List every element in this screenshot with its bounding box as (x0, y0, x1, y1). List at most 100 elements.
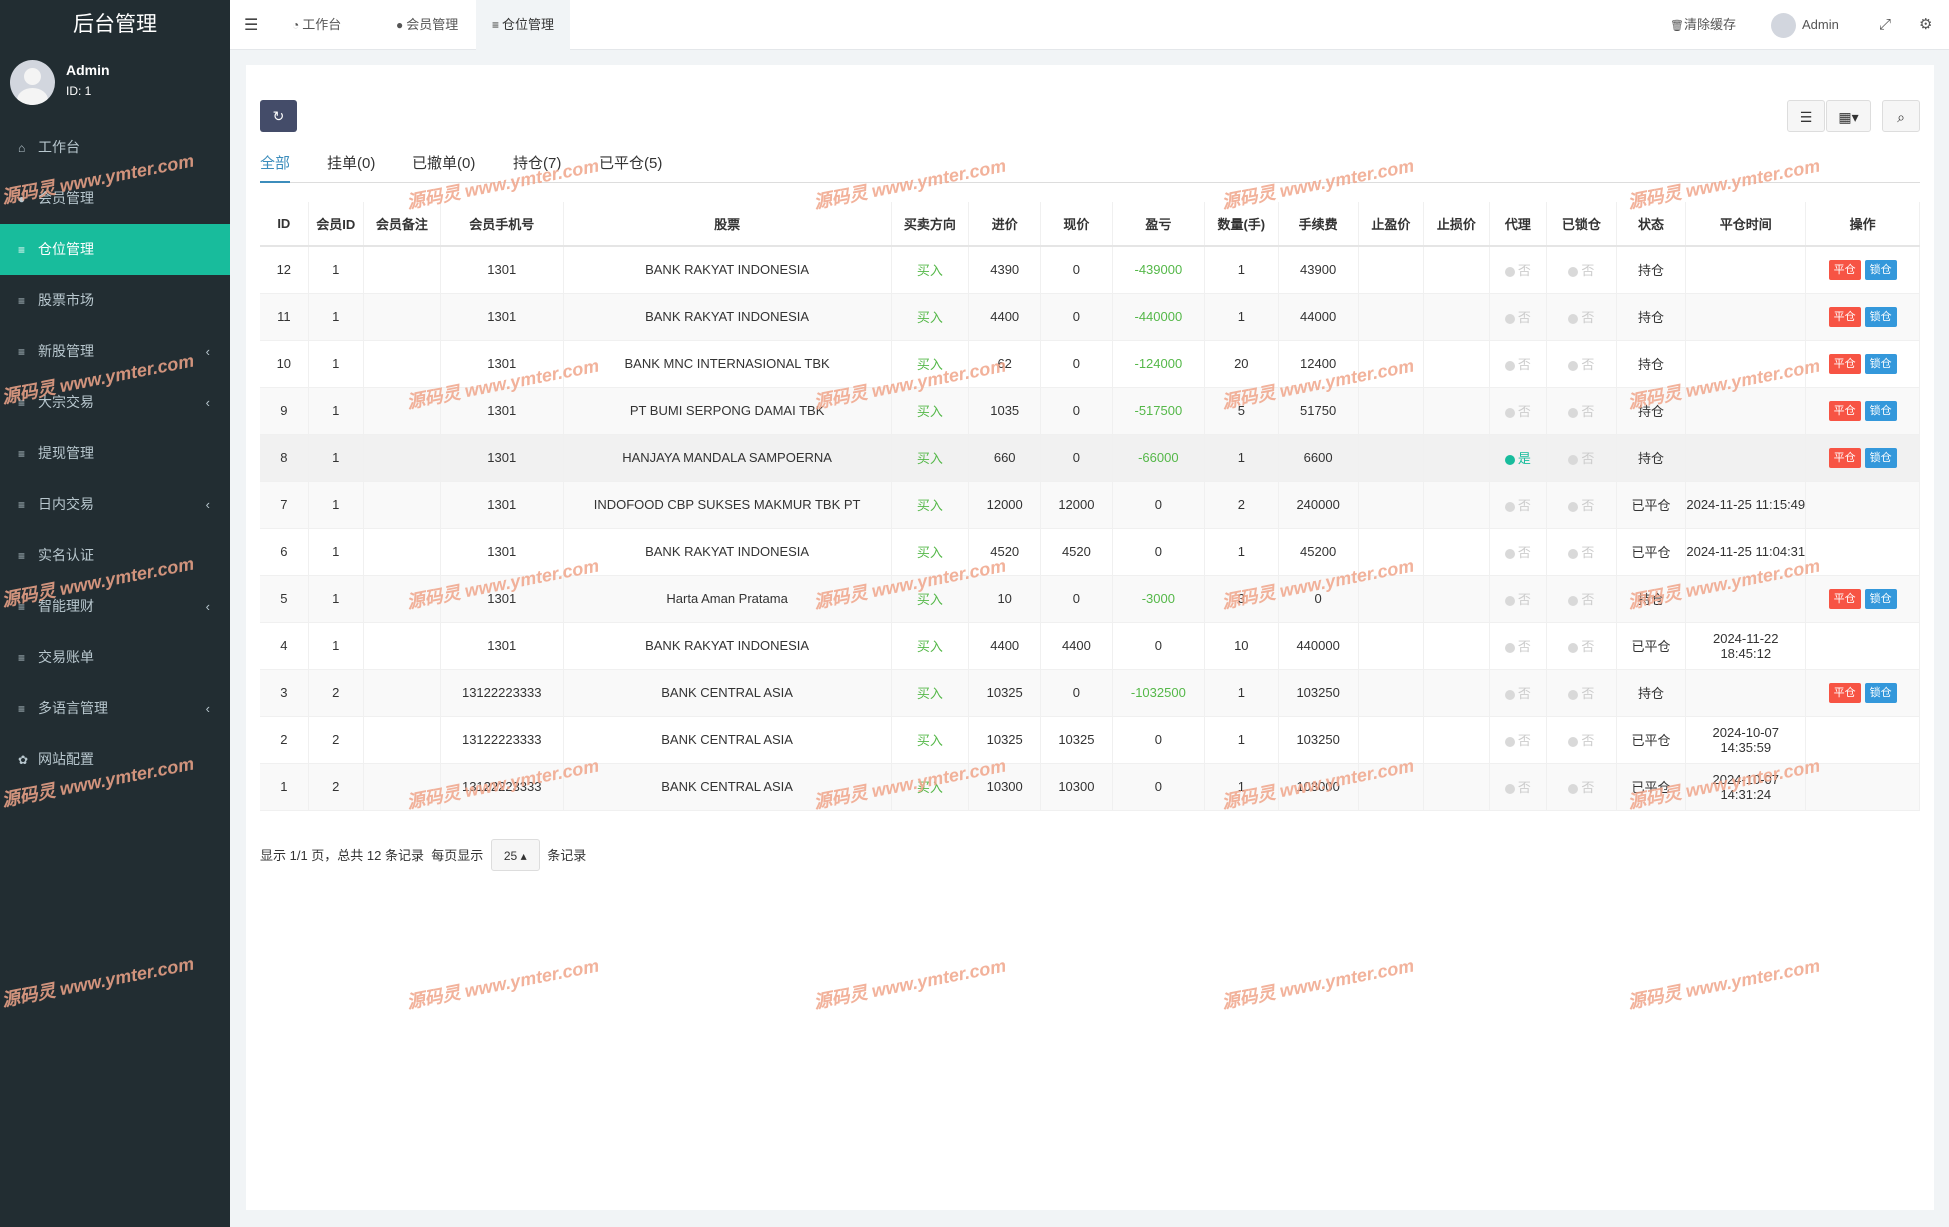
locked-toggle[interactable]: 否 (1546, 669, 1617, 717)
agent-toggle[interactable]: 否 (1489, 340, 1548, 388)
sidebar-item[interactable]: ≡ 多语言管理 ‹ (0, 683, 230, 734)
lock-position-button[interactable]: 锁仓 (1864, 306, 1897, 327)
column-header[interactable]: 股票 (563, 202, 892, 247)
locked-toggle[interactable]: 否 (1546, 622, 1617, 670)
lock-position-button[interactable]: 锁仓 (1864, 259, 1897, 280)
agent-toggle[interactable]: 否 (1489, 246, 1548, 294)
column-header[interactable]: 代理 (1489, 202, 1548, 247)
column-header[interactable]: 买卖方向 (891, 202, 970, 247)
column-header[interactable]: 操作 (1805, 202, 1920, 247)
agent-toggle[interactable]: 否 (1489, 716, 1548, 764)
table-row[interactable]: 7 1 1301 INDOFOOD CBP SUKSES MAKMUR TBK PT 买… (260, 481, 1920, 529)
column-header[interactable]: 数量(手) (1204, 202, 1279, 247)
column-header[interactable]: 已锁仓 (1546, 202, 1617, 247)
nav-tab-dashboard[interactable]: ◔ 工作台 (276, 0, 357, 50)
column-header[interactable]: 止损价 (1423, 202, 1490, 247)
refresh-button[interactable]: ↻ (260, 100, 297, 132)
table-row[interactable]: 4 1 1301 BANK RAKYAT INDONESIA 买入 4400 4400 0 10… (260, 622, 1920, 670)
locked-toggle[interactable]: 否 (1546, 481, 1617, 529)
table-row[interactable]: 6 1 1301 BANK RAKYAT INDONESIA 买入 4520 4520 0 1 4… (260, 528, 1920, 576)
table-row[interactable]: 2 2 13122223333 BANK CENTRAL ASIA 买入 10325 103… (260, 716, 1920, 764)
close-position-button[interactable]: 平仓 (1828, 588, 1861, 609)
locked-toggle[interactable]: 否 (1546, 716, 1617, 764)
sidebar-item[interactable]: ≡ 股票市场 (0, 275, 230, 326)
tab-cancelled[interactable]: 已撤单(0) (412, 149, 475, 183)
admin-menu[interactable]: Admin (1771, 0, 1839, 50)
sidebar-item[interactable]: ≡ 提现管理 (0, 428, 230, 479)
column-header[interactable]: 状态 (1616, 202, 1687, 247)
column-header[interactable]: 盈亏 (1112, 202, 1205, 247)
sidebar-item[interactable]: ≡ 交易账单 (0, 632, 230, 683)
close-position-button[interactable]: 平仓 (1828, 306, 1861, 327)
sidebar-item[interactable]: ≡ 实名认证 (0, 530, 230, 581)
lock-position-button[interactable]: 锁仓 (1864, 588, 1897, 609)
close-position-button[interactable]: 平仓 (1828, 259, 1861, 280)
column-header[interactable]: 现价 (1040, 202, 1113, 247)
locked-toggle[interactable]: 否 (1546, 387, 1617, 435)
lock-position-button[interactable]: 锁仓 (1864, 353, 1897, 374)
agent-toggle[interactable]: 否 (1489, 622, 1548, 670)
locked-toggle[interactable]: 否 (1546, 528, 1617, 576)
table-row[interactable]: 8 1 1301 HANJAYA MANDALA SAMPOERNA 买入 660 0 -66… (260, 434, 1920, 482)
lock-position-button[interactable]: 锁仓 (1864, 400, 1897, 421)
table-row[interactable]: 11 1 1301 BANK RAKYAT INDONESIA 买入 4400 0 -4400… (260, 293, 1920, 341)
close-position-button[interactable]: 平仓 (1828, 400, 1861, 421)
agent-toggle[interactable]: 否 (1489, 387, 1548, 435)
columns-button[interactable]: ▦▾ (1826, 100, 1871, 132)
sidebar-item[interactable]: ≡ 新股管理 ‹ (0, 326, 230, 377)
close-position-button[interactable]: 平仓 (1828, 353, 1861, 374)
column-header[interactable]: 止盈价 (1358, 202, 1425, 247)
table-row[interactable]: 12 1 1301 BANK RAKYAT INDONESIA 买入 4390 0 -4390… (260, 246, 1920, 294)
search-button[interactable]: ⌕ (1882, 100, 1920, 132)
agent-toggle[interactable]: 否 (1489, 293, 1548, 341)
locked-toggle[interactable]: 否 (1546, 763, 1617, 811)
sidebar-item[interactable]: ⌂ 工作台 (0, 122, 230, 173)
column-header[interactable]: 进价 (968, 202, 1042, 247)
toggle-view-button[interactable]: ☰ (1787, 100, 1825, 132)
agent-toggle[interactable]: 否 (1489, 763, 1548, 811)
locked-toggle[interactable]: 否 (1546, 434, 1617, 482)
tab-holding[interactable]: 持仓(7) (513, 149, 561, 183)
tab-pending[interactable]: 挂单(0) (327, 149, 375, 183)
agent-toggle[interactable]: 否 (1489, 528, 1548, 576)
locked-toggle[interactable]: 否 (1546, 575, 1617, 623)
column-header[interactable]: 会员手机号 (440, 202, 564, 247)
sidebar-item[interactable]: ● 会员管理 (0, 173, 230, 224)
tab-closed[interactable]: 已平仓(5) (599, 149, 662, 183)
table-row[interactable]: 10 1 1301 BANK MNC INTERNASIONAL TBK 买入 62 0 -1… (260, 340, 1920, 388)
locked-toggle[interactable]: 否 (1546, 246, 1617, 294)
tab-all[interactable]: 全部 (260, 149, 291, 183)
clear-cache-button[interactable]: 🗑清除缓存 (1670, 0, 1736, 50)
column-header[interactable]: 手续费 (1278, 202, 1359, 247)
locked-toggle[interactable]: 否 (1546, 340, 1617, 388)
lock-position-button[interactable]: 锁仓 (1864, 447, 1897, 468)
agent-toggle[interactable]: 否 (1489, 481, 1548, 529)
table-row[interactable]: 1 2 13122223333 BANK CENTRAL ASIA 买入 10300 103… (260, 763, 1920, 811)
column-header[interactable]: 会员备注 (363, 202, 441, 247)
sidebar-item[interactable]: ≡ 大宗交易 ‹ (0, 377, 230, 428)
menu-toggle-icon[interactable]: ☰ (244, 15, 258, 35)
column-header[interactable]: 平仓时间 (1685, 202, 1807, 247)
sidebar-item[interactable]: ≡ 仓位管理 (0, 224, 230, 275)
sidebar-item[interactable]: ≡ 日内交易 ‹ (0, 479, 230, 530)
fullscreen-icon[interactable]: ⤢ (1879, 0, 1891, 50)
lock-position-button[interactable]: 锁仓 (1864, 682, 1897, 703)
nav-tab-members[interactable]: ● 会员管理 (380, 0, 474, 50)
close-position-button[interactable]: 平仓 (1828, 682, 1861, 703)
agent-toggle[interactable]: 否 (1489, 669, 1548, 717)
per-page-select[interactable]: 25 ▴ (490, 839, 540, 871)
column-header[interactable]: ID (260, 202, 309, 247)
agent-toggle[interactable]: 否 (1489, 575, 1548, 623)
agent-toggle[interactable]: 是 (1489, 434, 1548, 482)
brand-title[interactable]: 后台管理 (0, 0, 230, 50)
settings-icon[interactable]: ⚙ (1919, 0, 1932, 50)
table-row[interactable]: 9 1 1301 PT BUMI SERPONG DAMAI TBK 买入 1035 0 -5… (260, 387, 1920, 435)
nav-tab-positions[interactable]: ≡ 仓位管理 (476, 0, 571, 50)
table-row[interactable]: 5 1 1301 Harta Aman Pratama 买入 10 0 -3000 3 0 否否持仓… (260, 575, 1920, 623)
sidebar-item[interactable]: ✿ 网站配置 (0, 734, 230, 785)
sidebar-item[interactable]: ≡ 智能理财 ‹ (0, 581, 230, 632)
column-header[interactable]: 会员ID (308, 202, 364, 247)
table-row[interactable]: 3 2 13122223333 BANK CENTRAL ASIA 买入 10325 0 -1… (260, 669, 1920, 717)
close-position-button[interactable]: 平仓 (1828, 447, 1861, 468)
locked-toggle[interactable]: 否 (1546, 293, 1617, 341)
